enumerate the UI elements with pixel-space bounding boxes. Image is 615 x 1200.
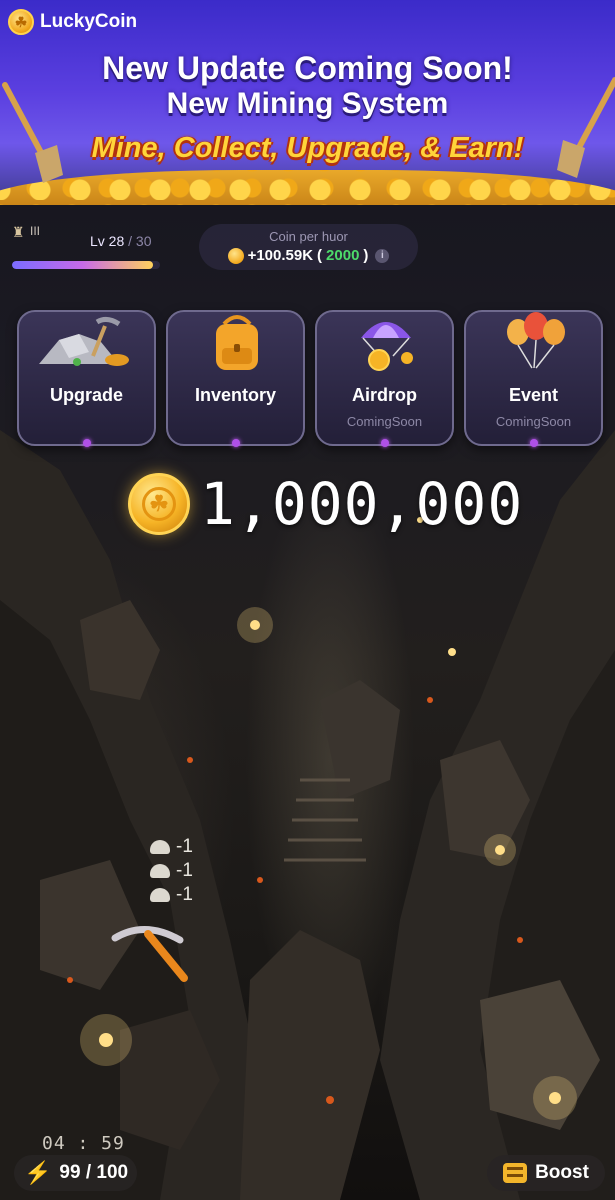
coin-rate-row: +100.59K (2000) i — [199, 247, 418, 264]
info-icon[interactable]: i — [375, 248, 390, 263]
clover-coin-icon: ☘ — [128, 473, 190, 535]
boost-label: Boost — [535, 1162, 589, 1183]
energy-value: 99 / 100 — [59, 1162, 129, 1183]
lucky-coin-logo-icon: ☘ — [8, 9, 34, 35]
airdrop-title: Airdrop — [352, 385, 417, 405]
backpack-icon — [216, 315, 258, 370]
lightning-icon: ⚡ — [24, 1160, 52, 1185]
level-max: 30 — [135, 233, 152, 249]
upgrade-indicator-dot — [83, 439, 91, 447]
airdrop-indicator-dot — [381, 439, 389, 447]
rock-icon — [150, 864, 170, 878]
airdrop-card[interactable]: Airdrop ComingSoon — [315, 310, 454, 447]
banner-tagline: Mine, Collect, Upgrade, & Earn! — [91, 132, 524, 164]
mining-deduction: -1 — [150, 860, 193, 882]
app-name: LuckyCoin — [40, 11, 138, 32]
mining-deduction: -1 — [150, 836, 193, 858]
coin-rate-panel[interactable]: Coin per huor +100.59K (2000) i — [199, 224, 418, 270]
coin-icon — [227, 247, 244, 264]
rank-chess-icon: ♜ — [12, 224, 25, 240]
deduction-value: -1 — [176, 836, 193, 857]
gold-pile-decoration — [0, 170, 615, 205]
level-progress-fill — [12, 261, 153, 269]
update-banner[interactable]: ☘ LuckyCoin New Update Coming Soon! New … — [0, 0, 615, 205]
event-indicator-dot — [530, 439, 538, 447]
upgrade-card[interactable]: Upgrade — [17, 310, 156, 447]
rank-number: III — [30, 224, 41, 238]
inventory-title: Inventory — [194, 385, 277, 405]
rock-icon — [150, 840, 170, 854]
parachute-coin-icon — [361, 322, 413, 371]
coin-rate-label: Coin per huor — [269, 229, 348, 244]
event-card[interactable]: Event ComingSoon — [464, 310, 603, 447]
energy-timer: 04 : 59 — [42, 1133, 125, 1154]
inventory-indicator-dot — [232, 439, 240, 447]
brand: ☘ LuckyCoin — [8, 9, 137, 35]
level-label: Lv 28 — [90, 233, 125, 249]
coin-rate-open-paren: ( — [317, 247, 323, 264]
boost-icon — [503, 1163, 528, 1183]
level-text: Lv 28 / 30 — [90, 233, 152, 249]
airdrop-subtitle: ComingSoon — [346, 414, 423, 429]
level-separator: / — [124, 233, 136, 249]
banner-subheadline: New Mining System — [166, 87, 449, 120]
pickaxe-rock-icon — [39, 316, 129, 366]
event-title: Event — [508, 385, 559, 405]
deduction-value: -1 — [176, 860, 193, 881]
rock-icon — [150, 888, 170, 902]
deduction-value: -1 — [176, 884, 193, 905]
pickaxe-icon — [111, 926, 188, 982]
balance-value: 1,000,000 — [200, 470, 524, 538]
coin-rate-bonus: 2000 — [326, 247, 360, 264]
balloons-icon — [507, 312, 565, 369]
coin-balance: ☘ 1,000,000 — [128, 470, 523, 538]
boost-button[interactable]: Boost — [487, 1155, 605, 1191]
event-subtitle: ComingSoon — [495, 414, 572, 429]
inventory-card[interactable]: Inventory — [166, 310, 305, 447]
banner-headline: New Update Coming Soon! — [102, 50, 513, 86]
coin-rate-value: +100.59K — [247, 247, 314, 264]
energy-meter: ⚡ 99 / 100 — [14, 1155, 137, 1191]
mining-deduction: -1 — [150, 884, 193, 906]
upgrade-title: Upgrade — [49, 385, 123, 405]
level-progress-bar — [12, 261, 160, 269]
coin-rate-close-paren: ) — [363, 247, 369, 264]
